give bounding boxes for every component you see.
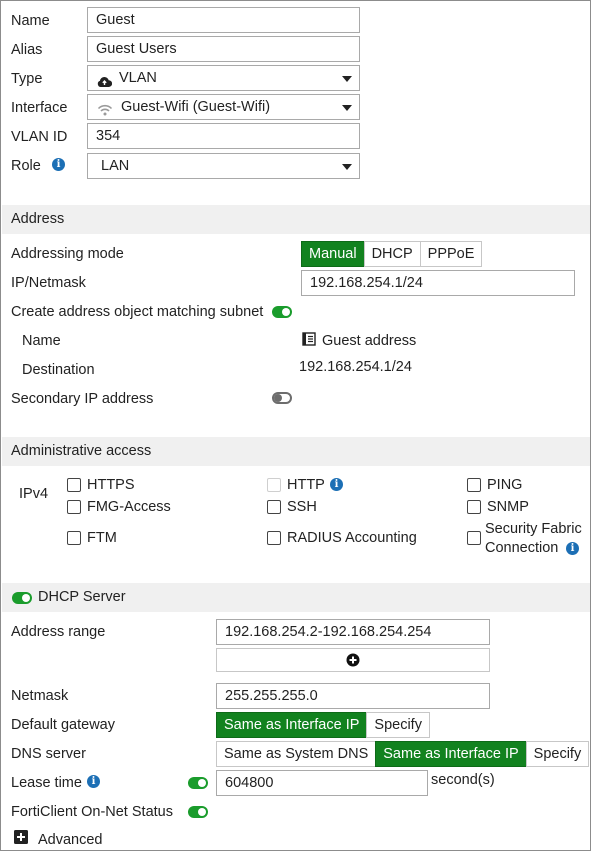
mode-manual-button[interactable]: Manual	[301, 241, 365, 267]
snmp-checkbox[interactable]	[467, 500, 481, 514]
info-icon[interactable]: i	[52, 158, 65, 171]
netmask-label: Netmask	[11, 688, 69, 704]
address-object-icon	[302, 332, 316, 350]
lease-time-label: Lease time	[11, 775, 82, 791]
admin-access-section-header: Administrative access	[2, 437, 590, 466]
http-label: HTTP	[287, 477, 325, 493]
secondary-ip-label: Secondary IP address	[11, 391, 154, 407]
create-address-object-toggle[interactable]	[272, 306, 292, 318]
advanced-expander[interactable]: Advanced	[11, 829, 121, 849]
interface-label: Interface	[11, 100, 68, 116]
ftm-label: FTM	[87, 530, 117, 546]
type-value: VLAN	[119, 70, 157, 86]
role-select[interactable]: LAN	[87, 153, 360, 179]
ssh-label: SSH	[287, 499, 317, 515]
info-icon[interactable]: i	[566, 542, 579, 555]
address-range-label: Address range	[11, 624, 106, 640]
addressing-mode-label: Addressing mode	[11, 246, 124, 262]
forticlient-status-toggle[interactable]	[188, 806, 208, 818]
add-range-button[interactable]	[216, 648, 490, 672]
ping-label: PING	[487, 477, 523, 493]
ping-checkbox[interactable]	[467, 478, 481, 492]
lease-time-toggle[interactable]	[188, 777, 208, 789]
ipv4-label: IPv4	[19, 486, 49, 502]
ssh-checkbox[interactable]	[267, 500, 281, 514]
ftm-checkbox[interactable]	[67, 531, 81, 545]
info-icon[interactable]: i	[87, 775, 100, 788]
chevron-down-icon	[342, 76, 352, 82]
dns-server-toggle: Same as System DNS Same as Interface IP …	[216, 741, 590, 767]
cloud-icon	[97, 72, 113, 90]
forticlient-status-label: FortiClient On-Net Status	[11, 804, 173, 820]
address-range-input[interactable]: 192.168.254.2-192.168.254.254	[216, 619, 490, 645]
gateway-specify-button[interactable]: Specify	[366, 712, 430, 738]
address-section-header: Address	[2, 205, 590, 234]
name-input[interactable]: Guest	[87, 7, 360, 33]
gateway-same-as-interface-button[interactable]: Same as Interface IP	[216, 712, 368, 738]
interface-select[interactable]: Guest-Wifi (Guest-Wifi)	[87, 94, 360, 120]
alias-label: Alias	[11, 42, 43, 58]
ip-netmask-input[interactable]: 192.168.254.1/24	[301, 270, 575, 296]
netmask-input[interactable]: 255.255.255.0	[216, 683, 490, 709]
info-icon[interactable]: i	[330, 478, 343, 491]
https-checkbox[interactable]	[67, 478, 81, 492]
radius-accounting-label: RADIUS Accounting	[287, 530, 417, 546]
chevron-down-icon	[342, 164, 352, 170]
dns-same-as-interface-button[interactable]: Same as Interface IP	[375, 741, 527, 767]
vlan-id-label: VLAN ID	[11, 129, 68, 145]
type-label: Type	[11, 71, 43, 87]
interface-value: Guest-Wifi (Guest-Wifi)	[121, 99, 271, 115]
dhcp-server-toggle[interactable]	[12, 592, 32, 604]
mode-pppoe-button[interactable]: PPPoE	[419, 241, 483, 267]
http-checkbox[interactable]	[267, 478, 281, 492]
create-address-object-label: Create address object matching subnet	[11, 304, 264, 320]
security-fabric-checkbox[interactable]	[467, 531, 481, 545]
dns-specify-button[interactable]: Specify	[525, 741, 590, 767]
expand-plus-icon	[14, 830, 28, 848]
lease-time-input[interactable]: 604800	[216, 770, 428, 796]
fmg-access-label: FMG-Access	[87, 499, 171, 515]
section-title: DHCP Server	[38, 589, 126, 605]
section-title: Address	[11, 211, 65, 227]
security-fabric-label-line2: Connection	[485, 540, 559, 556]
fmg-access-checkbox[interactable]	[67, 500, 81, 514]
radius-accounting-checkbox[interactable]	[267, 531, 281, 545]
alias-input[interactable]: Guest Users	[87, 36, 360, 62]
ip-netmask-label: IP/Netmask	[11, 275, 86, 291]
object-name-label: Name	[22, 333, 61, 349]
vlan-id-input[interactable]: 354	[87, 123, 360, 149]
destination-value: 192.168.254.1/24	[299, 359, 412, 375]
section-title: Administrative access	[11, 443, 152, 459]
dns-server-label: DNS server	[11, 746, 86, 762]
role-value: LAN	[101, 158, 130, 174]
destination-label: Destination	[22, 362, 95, 378]
dns-same-as-system-button[interactable]: Same as System DNS	[216, 741, 377, 767]
chevron-down-icon	[342, 105, 352, 111]
dhcp-section-header: DHCP Server	[2, 583, 590, 612]
https-label: HTTPS	[87, 477, 135, 493]
security-fabric-label: Security Fabric	[485, 521, 582, 537]
interface-edit-panel: Name Guest Alias Guest Users Type VLAN I…	[0, 0, 591, 851]
wifi-icon	[97, 100, 113, 119]
default-gateway-label: Default gateway	[11, 717, 115, 733]
name-label: Name	[11, 13, 50, 29]
secondary-ip-toggle[interactable]	[272, 392, 292, 404]
default-gateway-toggle: Same as Interface IP Specify	[216, 712, 430, 738]
role-label: Role	[11, 158, 41, 174]
advanced-label: Advanced	[38, 832, 103, 848]
object-name-value: Guest address	[322, 333, 417, 349]
lease-time-unit: second(s)	[431, 772, 495, 788]
snmp-label: SNMP	[487, 499, 529, 515]
addressing-mode-toggle: Manual DHCP PPPoE	[301, 241, 483, 267]
type-select[interactable]: VLAN	[87, 65, 360, 91]
mode-dhcp-button[interactable]: DHCP	[363, 241, 421, 267]
plus-icon	[346, 653, 360, 671]
